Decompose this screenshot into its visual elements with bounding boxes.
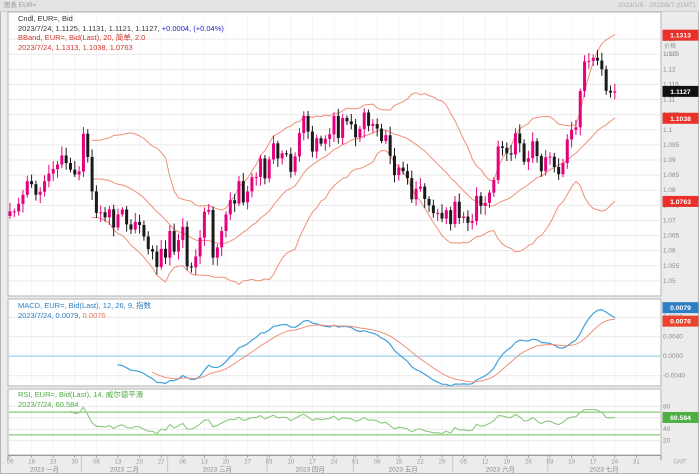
svg-text:80: 80: [663, 403, 671, 410]
svg-text:1.1127: 1.1127: [670, 89, 691, 96]
svg-text:09: 09: [7, 460, 14, 466]
svg-text:06: 06: [93, 460, 100, 466]
svg-text:0.0076: 0.0076: [670, 319, 691, 326]
last-price-badge: 1.1127: [662, 85, 699, 97]
svg-text:03: 03: [266, 460, 273, 466]
svg-text:1.06: 1.06: [663, 248, 676, 255]
svg-text:20: 20: [223, 460, 230, 466]
svg-text:16: 16: [28, 460, 35, 466]
svg-text:03: 03: [547, 460, 554, 466]
svg-text:19: 19: [503, 460, 510, 466]
svg-text:2023 二月: 2023 二月: [110, 466, 139, 474]
svg-text:10: 10: [287, 460, 294, 466]
svg-text:-0.0040: -0.0040: [663, 373, 685, 380]
svg-text:40: 40: [663, 426, 671, 433]
svg-text:24: 24: [331, 460, 338, 466]
svg-text:30: 30: [71, 460, 78, 466]
svg-text:1.11: 1.11: [663, 97, 676, 104]
svg-text:1.07: 1.07: [663, 217, 676, 224]
svg-text:22: 22: [417, 460, 424, 466]
svg-text:1.1038: 1.1038: [670, 116, 691, 123]
svg-text:17: 17: [590, 460, 597, 466]
svg-text:17: 17: [309, 460, 316, 466]
svg-text:1.095: 1.095: [663, 142, 680, 149]
svg-text:1.08: 1.08: [663, 187, 676, 194]
svg-text:1.065: 1.065: [663, 233, 680, 240]
time-axis: 09 16 23 30 2023 一月 06 13 20 27 2023 二月 06 13 20 27 20…: [7, 455, 687, 474]
svg-text:13: 13: [201, 460, 208, 466]
svg-text:27: 27: [244, 460, 251, 466]
lower-band-badge: 1.0763: [662, 195, 699, 207]
svg-text:1.1313: 1.1313: [670, 33, 691, 40]
svg-text:26: 26: [525, 460, 532, 466]
svg-text:20: 20: [136, 460, 143, 466]
svg-text:2023 一月: 2023 一月: [30, 466, 59, 474]
svg-text:1.12: 1.12: [663, 66, 676, 73]
chart-window: { "window": { "title_left": "图表 EUR=", "…: [0, 0, 699, 474]
svg-text:06: 06: [179, 460, 186, 466]
svg-text:1.1: 1.1: [663, 127, 672, 134]
svg-text:12: 12: [482, 460, 489, 466]
svg-text:USD: USD: [664, 52, 677, 58]
svg-text:价格: 价格: [664, 42, 676, 50]
svg-text:2023 五月: 2023 五月: [388, 466, 417, 474]
svg-text:2023 七月: 2023 七月: [589, 465, 618, 474]
svg-text:10: 10: [568, 460, 575, 466]
macd-signal-badge: 0.0076: [662, 315, 699, 327]
rsi-value-badge: 60.584: [662, 411, 699, 423]
svg-text:29: 29: [439, 460, 446, 466]
svg-text:1.055: 1.055: [663, 263, 680, 270]
svg-text:1.0763: 1.0763: [670, 199, 691, 206]
svg-text:13: 13: [115, 460, 122, 466]
middle-band-badge: 1.1038: [662, 112, 699, 124]
svg-text:1.09: 1.09: [663, 157, 676, 164]
svg-text:GMT: GMT: [673, 460, 687, 466]
svg-text:24: 24: [611, 460, 618, 466]
svg-text:1.05: 1.05: [663, 278, 676, 285]
svg-text:31: 31: [633, 460, 640, 466]
svg-text:23: 23: [50, 460, 57, 466]
upper-band-badge: 1.1313: [662, 29, 699, 41]
svg-text:2023 三月: 2023 三月: [203, 466, 232, 474]
svg-text:20: 20: [663, 438, 671, 445]
svg-text:05: 05: [460, 460, 467, 466]
svg-text:0.0000: 0.0000: [663, 353, 683, 360]
svg-text:2023 四月: 2023 四月: [296, 466, 325, 474]
svg-text:2023 六月: 2023 六月: [486, 465, 515, 474]
svg-text:1.085: 1.085: [663, 172, 680, 179]
svg-text:08: 08: [374, 460, 381, 466]
svg-text:15: 15: [395, 460, 402, 466]
chart-canvas[interactable]: 1.131.1251.121.1151.111.1051.11.0951.091…: [0, 0, 699, 474]
macd-value-badge: 0.0079: [662, 302, 699, 314]
svg-text:27: 27: [158, 460, 165, 466]
svg-text:0.0079: 0.0079: [670, 305, 691, 312]
svg-text:0.0040: 0.0040: [663, 334, 683, 341]
svg-text:60.584: 60.584: [670, 415, 691, 422]
price-axis: 1.131.1251.121.1151.111.1051.11.0951.091…: [662, 29, 699, 445]
svg-text:01: 01: [352, 460, 359, 466]
